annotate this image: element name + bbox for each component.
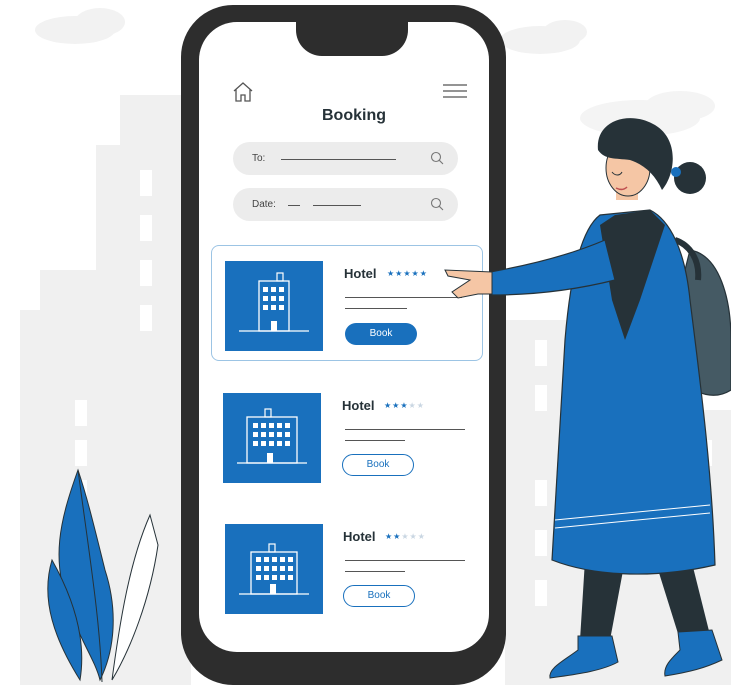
illustration-stage: Booking To: Date: Hotel ★★★★★ Book Hotel…: [0, 0, 731, 687]
head: [597, 118, 706, 200]
shoes: [549, 629, 723, 679]
woman-character: [444, 118, 731, 679]
